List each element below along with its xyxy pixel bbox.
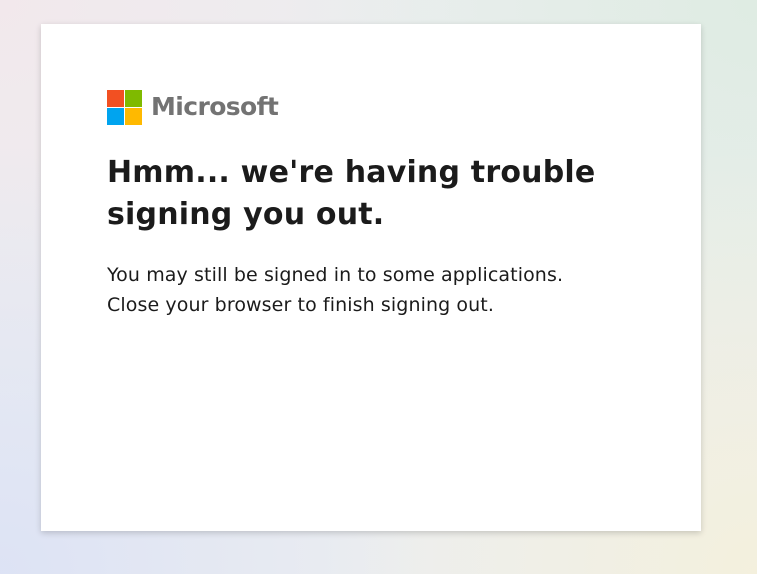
page-title: Hmm... we're having trouble signing you … xyxy=(107,155,596,232)
signout-message-line-2: Close your browser to finish signing out… xyxy=(107,294,494,316)
logo-square-red xyxy=(107,89,124,107)
signout-message: You may still be signed in to some appli… xyxy=(107,260,667,320)
microsoft-logo: Microsoft xyxy=(107,89,279,125)
logo-square-green xyxy=(125,89,142,107)
microsoft-logo-icon xyxy=(107,89,142,125)
logo-square-blue xyxy=(107,107,124,125)
signout-card: Microsoft Hmm... we're having trouble si… xyxy=(41,24,701,531)
microsoft-wordmark: Microsoft xyxy=(151,92,279,121)
logo-square-yellow xyxy=(125,107,142,125)
signout-message-line-1: You may still be signed in to some appli… xyxy=(107,264,564,286)
